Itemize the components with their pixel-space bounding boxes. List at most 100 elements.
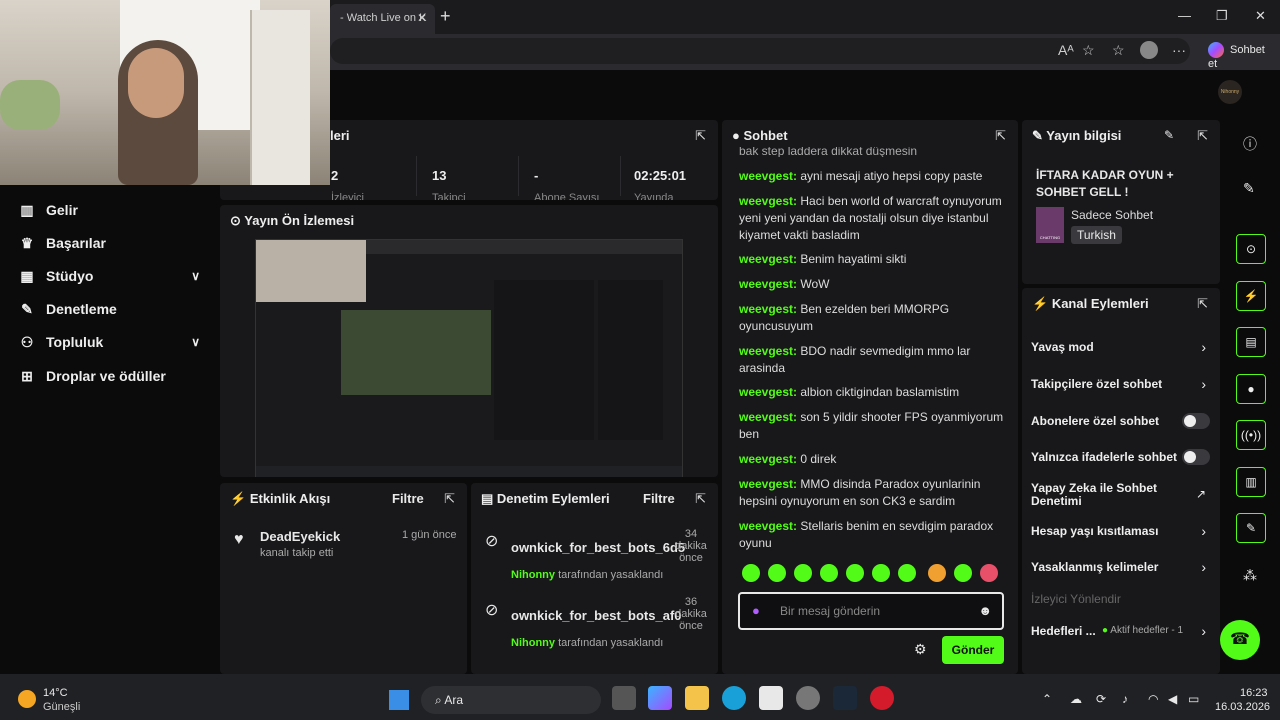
browser-tab[interactable]: - Watch Live on K ✕ <box>330 4 435 34</box>
copilot-button[interactable]: Sohbet et <box>1200 38 1280 70</box>
mod-target-user[interactable]: ownkick_for_best_bots_6d5 <box>511 540 685 555</box>
wifi-icon[interactable]: ◠ <box>1148 692 1158 706</box>
stat-label: İzleyici <box>331 192 365 200</box>
chevron-right-icon[interactable]: › <box>1201 339 1206 355</box>
chevron-right-icon[interactable]: › <box>1201 559 1206 575</box>
category-thumbnail[interactable]: CHATTING <box>1036 207 1064 243</box>
broadcast-icon: ((•)) <box>1240 428 1262 442</box>
apps-icon[interactable]: ⁂ <box>1243 567 1257 584</box>
emote-icon[interactable] <box>928 564 946 582</box>
emote-only-toggle[interactable] <box>1182 449 1210 465</box>
close-tab-icon[interactable]: ✕ <box>417 11 427 25</box>
rail-broadcast-button[interactable]: ((•)) <box>1236 420 1266 450</box>
info-icon[interactable]: ⓘ <box>1243 134 1257 154</box>
cloud-icon[interactable]: ☁ <box>1070 692 1082 706</box>
copilot-taskbar-icon[interactable] <box>648 686 672 710</box>
chat-message: weevgest: MMO disinda Paradox oyunlarini… <box>739 477 981 508</box>
headset-icon[interactable]: ☎ <box>1220 620 1260 660</box>
close-window-icon[interactable]: ✕ <box>1255 8 1266 24</box>
edit-icon[interactable]: ✎ <box>1164 128 1174 142</box>
emote-icon[interactable] <box>898 564 916 582</box>
action-banned-words[interactable]: Yasaklanmış kelimeler <box>1031 560 1216 574</box>
filter-button[interactable]: Filtre <box>643 491 675 506</box>
emote-icon[interactable] <box>846 564 864 582</box>
sidebar-item-studyo[interactable]: ▦ Stüdyo ∨ <box>18 261 208 291</box>
panel-title: ⊙ Yayın Ön İzlemesi <box>230 213 354 229</box>
file-explorer-icon[interactable] <box>685 686 709 710</box>
sidebar-item-droplar[interactable]: ⊞ Droplar ve ödüller <box>18 361 208 391</box>
read-aloud-icon[interactable]: Aᴬ <box>1058 42 1074 58</box>
restore-icon[interactable]: ❐ <box>1216 8 1228 24</box>
send-button[interactable]: Gönder <box>942 636 1004 664</box>
rail-layout-button[interactable]: ▥ <box>1236 467 1266 497</box>
filter-button[interactable]: Filtre <box>392 491 424 506</box>
emote-icon[interactable] <box>980 564 998 582</box>
sidebar-item-topluluk[interactable]: ⚇ Topluluk ∨ <box>18 327 208 357</box>
more-icon[interactable]: ··· <box>1172 42 1186 58</box>
emote-icon[interactable] <box>742 564 760 582</box>
popout-icon[interactable]: ⇱ <box>695 128 706 144</box>
taskbar-search[interactable]: ⌕ Ara <box>421 686 601 714</box>
new-tab-icon[interactable]: + <box>440 6 451 27</box>
action-slow-mode[interactable]: Yavaş mod <box>1031 340 1216 354</box>
minimize-icon[interactable]: — <box>1178 8 1191 23</box>
emote-icon[interactable] <box>872 564 890 582</box>
collections-icon[interactable]: ☆ <box>1112 42 1125 59</box>
avatar[interactable]: Nihonny <box>1218 80 1242 104</box>
clock-date[interactable]: 16.03.2026 <box>1215 701 1270 713</box>
profile-icon[interactable] <box>1140 41 1158 59</box>
chat-input[interactable]: ● Bir mesaj gönderin ☻ <box>738 592 1004 630</box>
layout-icon: ▥ <box>1245 475 1257 489</box>
popout-icon[interactable]: ⇱ <box>695 491 706 507</box>
emote-icon[interactable] <box>820 564 838 582</box>
stream-category[interactable]: Sadece Sohbet <box>1071 208 1153 222</box>
chevron-up-icon[interactable]: ⌃ <box>1042 692 1052 706</box>
stream-preview-video[interactable] <box>255 239 683 477</box>
opera-icon[interactable] <box>870 686 894 710</box>
emoji-icon[interactable]: ☻ <box>978 603 992 618</box>
weather-desc[interactable]: Güneşli <box>43 701 80 713</box>
windows-start-icon[interactable] <box>389 690 409 710</box>
rail-wrench-button[interactable]: ✎ <box>1236 513 1266 543</box>
emote-icon[interactable] <box>794 564 812 582</box>
popout-icon[interactable]: ⇱ <box>444 491 455 507</box>
store-icon[interactable] <box>759 686 783 710</box>
gear-icon[interactable]: ⚙ <box>914 641 927 658</box>
event-user[interactable]: DeadEyekick <box>260 529 340 544</box>
external-link-icon[interactable]: ↗ <box>1196 487 1206 501</box>
edge-icon[interactable] <box>722 686 746 710</box>
chevron-right-icon[interactable]: › <box>1201 523 1206 539</box>
battery-icon[interactable]: ▭ <box>1188 692 1199 706</box>
popout-icon[interactable]: ⇱ <box>995 128 1006 144</box>
clock-time[interactable]: 16:23 <box>1240 687 1268 699</box>
sidebar-item-gelir[interactable]: ▥ Gelir <box>18 195 208 225</box>
action-followers-only[interactable]: Takipçilere özel sohbet <box>1031 377 1216 391</box>
sidebar-item-basarilar[interactable]: ♛ Başarılar <box>18 228 208 258</box>
mod-target-user[interactable]: ownkick_for_best_bots_af0 <box>511 608 682 623</box>
rail-preview-button[interactable]: ⊙ <box>1236 234 1266 264</box>
subscribers-only-toggle[interactable] <box>1182 413 1210 429</box>
rail-chat-button[interactable]: ● <box>1236 374 1266 404</box>
chevron-right-icon[interactable]: › <box>1201 376 1206 392</box>
emote-icon[interactable] <box>954 564 972 582</box>
app-icon[interactable] <box>796 686 820 710</box>
weather-temp[interactable]: 14°C <box>43 687 68 699</box>
chevron-right-icon[interactable]: › <box>1201 623 1206 639</box>
popout-icon[interactable]: ⇱ <box>1197 296 1208 312</box>
steam-icon[interactable] <box>833 686 857 710</box>
emote-icon[interactable] <box>768 564 786 582</box>
microphone-icon[interactable]: ● <box>752 603 760 618</box>
action-account-age[interactable]: Hesap yaşı kısıtlaması <box>1031 524 1216 538</box>
action-ai-moderation[interactable]: Yapay Zeka ile Sohbet Denetimi <box>1031 482 1181 508</box>
sidebar-item-denetleme[interactable]: ✎ Denetleme <box>18 294 208 324</box>
popout-icon[interactable]: ⇱ <box>1197 128 1208 144</box>
task-view-icon[interactable] <box>612 686 636 710</box>
pencil-icon[interactable]: ✎ <box>1243 180 1255 197</box>
refresh-icon[interactable]: ⟳ <box>1096 692 1106 706</box>
microphone-icon[interactable]: ♪ <box>1122 692 1128 706</box>
rail-actions-button[interactable]: ⚡ <box>1236 281 1266 311</box>
favorite-icon[interactable]: ☆ <box>1082 42 1095 59</box>
preview-actions <box>598 280 663 440</box>
rail-document-button[interactable]: ▤ <box>1236 327 1266 357</box>
volume-icon[interactable]: ◀ <box>1168 692 1177 706</box>
